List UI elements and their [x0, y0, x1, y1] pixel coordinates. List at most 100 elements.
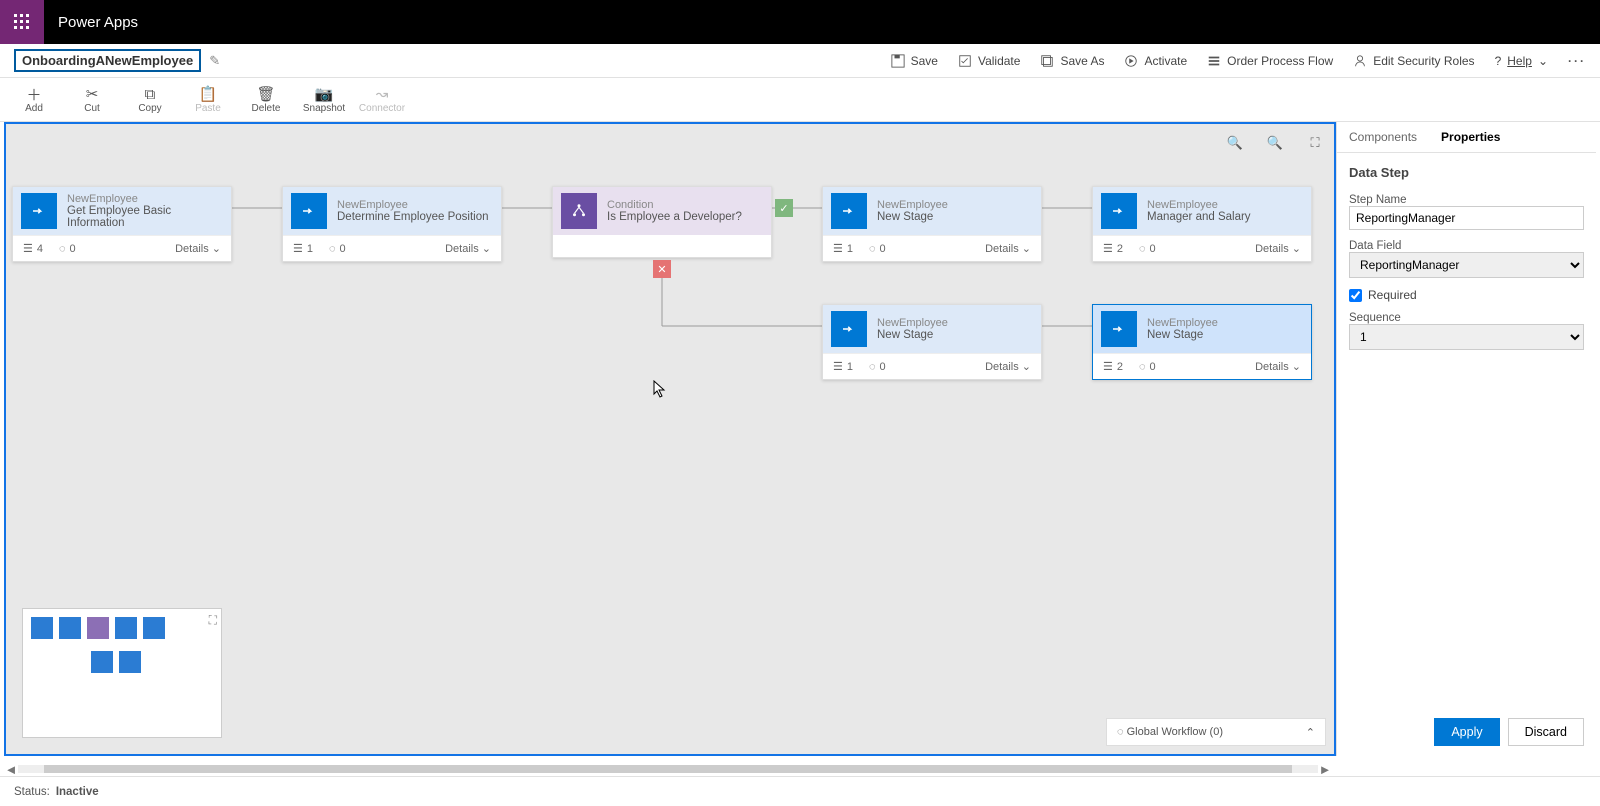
connector-button[interactable]: ↝Connector [358, 85, 406, 114]
trigger-count: ◌ 0 [1139, 243, 1156, 255]
add-icon: ＋ [26, 85, 41, 103]
save-label: Save [911, 54, 938, 68]
cut-icon: ✂ [86, 85, 99, 103]
details-toggle[interactable]: Details ⌄ [1255, 242, 1301, 255]
save-icon [891, 54, 905, 68]
scroll-left-icon[interactable]: ◄ [4, 762, 18, 777]
more-commands[interactable]: ··· [1568, 54, 1586, 68]
delete-button[interactable]: 🗑Delete [242, 85, 290, 114]
copy-label: Copy [138, 103, 161, 114]
snapshot-button[interactable]: 📷Snapshot [300, 85, 348, 114]
tab-properties[interactable]: Properties [1429, 122, 1512, 152]
scroll-thumb[interactable] [44, 765, 1292, 773]
stage-card-selected[interactable]: NewEmployee New Stage ☰ 2 ◌ 0 Details ⌄ [1092, 304, 1312, 380]
sequence-select[interactable]: 1 [1349, 324, 1584, 350]
step-count: ☰ 2 [1103, 360, 1123, 373]
horizontal-scrollbar[interactable]: ◄ ► [4, 762, 1332, 776]
stage-entity: NewEmployee [877, 199, 948, 211]
global-workflow-bar[interactable]: ◌ Global Workflow (0) ⌃ [1106, 718, 1326, 746]
trigger-count: ◌ 0 [869, 243, 886, 255]
order-flow-button[interactable]: Order Process Flow [1207, 54, 1333, 68]
scroll-right-icon[interactable]: ► [1318, 762, 1332, 777]
minimap[interactable]: ⛶ [22, 608, 222, 738]
tab-components[interactable]: Components [1337, 122, 1429, 152]
properties-panel: Components Properties Data Step Step Nam… [1336, 122, 1596, 756]
stage-card[interactable]: NewEmployee Manager and Salary ☰ 2 ◌ 0 D… [1092, 186, 1312, 262]
stage-card[interactable]: NewEmployee Get Employee Basic Informati… [12, 186, 232, 262]
stage-header: Condition Is Employee a Developer? [553, 187, 771, 235]
trigger-count: ◌ 0 [1139, 361, 1156, 373]
condition-entity: Condition [607, 199, 742, 211]
minimap-expand-icon[interactable]: ⛶ [209, 613, 217, 628]
condition-no-badge: ✕ [653, 260, 671, 278]
snapshot-label: Snapshot [303, 103, 345, 114]
details-toggle[interactable]: Details ⌄ [175, 242, 221, 255]
status-label: Status: [14, 786, 50, 798]
activate-button[interactable]: Activate [1124, 54, 1187, 68]
panel-tabs: Components Properties [1337, 122, 1596, 153]
canvas-controls: 🔍 🔍 ⛶ [1224, 132, 1326, 154]
required-label: Required [1368, 288, 1417, 302]
edit-security-button[interactable]: Edit Security Roles [1353, 54, 1474, 68]
trigger-count: ◌ 0 [329, 243, 346, 255]
required-checkbox[interactable] [1349, 289, 1362, 302]
validate-icon [958, 54, 972, 68]
trigger-count: ◌ 0 [59, 243, 76, 255]
details-toggle[interactable]: Details ⌄ [985, 360, 1031, 373]
cut-button[interactable]: ✂Cut [68, 85, 116, 114]
chevron-up-icon: ⌃ [1306, 726, 1315, 739]
apply-button[interactable]: Apply [1434, 718, 1499, 746]
details-toggle[interactable]: Details ⌄ [445, 242, 491, 255]
stage-name: New Stage [877, 211, 948, 223]
stage-entity: NewEmployee [67, 193, 223, 205]
condition-name: Is Employee a Developer? [607, 211, 742, 223]
trigger-count: ◌ 0 [869, 361, 886, 373]
paste-icon: 📋 [199, 85, 218, 103]
activate-label: Activate [1144, 54, 1187, 68]
stage-card[interactable]: NewEmployee New Stage ☰ 1 ◌ 0 Details ⌄ [822, 186, 1042, 262]
connector-icon: ↝ [376, 85, 389, 103]
minimap-node [143, 617, 165, 639]
toolbar: ＋Add ✂Cut ⧉Copy 📋Paste 🗑Delete 📷Snapshot… [0, 78, 1600, 122]
validate-button[interactable]: Validate [958, 54, 1020, 68]
discard-button[interactable]: Discard [1508, 718, 1584, 746]
zoom-in-button[interactable]: 🔍 [1264, 132, 1286, 154]
details-toggle[interactable]: Details ⌄ [1255, 360, 1301, 373]
add-button[interactable]: ＋Add [10, 85, 58, 114]
data-field-select[interactable]: ReportingManager [1349, 252, 1584, 278]
paste-button[interactable]: 📋Paste [184, 85, 232, 114]
step-name-input[interactable] [1349, 206, 1584, 230]
canvas[interactable]: 🔍 🔍 ⛶ NewEmployee Get Employee Basic Inf… [4, 122, 1336, 756]
fit-to-screen-button[interactable]: ⛶ [1304, 132, 1326, 154]
save-as-button[interactable]: Save As [1040, 54, 1104, 68]
zoom-out-button[interactable]: 🔍 [1224, 132, 1246, 154]
stage-card[interactable]: NewEmployee Determine Employee Position … [282, 186, 502, 262]
activate-icon [1124, 54, 1138, 68]
waffle-button[interactable] [0, 0, 44, 44]
condition-icon [561, 193, 597, 229]
condition-card[interactable]: Condition Is Employee a Developer? [552, 186, 772, 258]
scroll-track[interactable] [18, 765, 1318, 773]
edit-security-label: Edit Security Roles [1373, 54, 1474, 68]
details-toggle[interactable]: Details ⌄ [985, 242, 1031, 255]
data-field-label: Data Field [1349, 240, 1584, 252]
global-workflow-label: Global Workflow (0) [1127, 726, 1223, 738]
stage-icon [831, 193, 867, 229]
status-value: Inactive [56, 786, 99, 798]
validate-label: Validate [978, 54, 1020, 68]
panel-section-title: Data Step [1349, 165, 1584, 180]
stage-entity: NewEmployee [337, 199, 489, 211]
stage-name: Get Employee Basic Information [67, 205, 223, 229]
stage-name: New Stage [1147, 329, 1218, 341]
edit-name-icon[interactable]: ✎ [209, 53, 220, 69]
waffle-icon [14, 14, 30, 30]
copy-button[interactable]: ⧉Copy [126, 85, 174, 114]
stage-footer: ☰ 4 ◌ 0 Details ⌄ [13, 235, 231, 261]
command-bar: Save Validate Save As Activate Order Pro… [891, 54, 1586, 68]
help-button[interactable]: ? Help ⌄ [1495, 54, 1548, 68]
minimap-node [59, 617, 81, 639]
flow-name[interactable]: OnboardingANewEmployee [14, 49, 201, 72]
stage-entity: NewEmployee [1147, 317, 1218, 329]
save-button[interactable]: Save [891, 54, 938, 68]
stage-card[interactable]: NewEmployee New Stage ☰ 1 ◌ 0 Details ⌄ [822, 304, 1042, 380]
